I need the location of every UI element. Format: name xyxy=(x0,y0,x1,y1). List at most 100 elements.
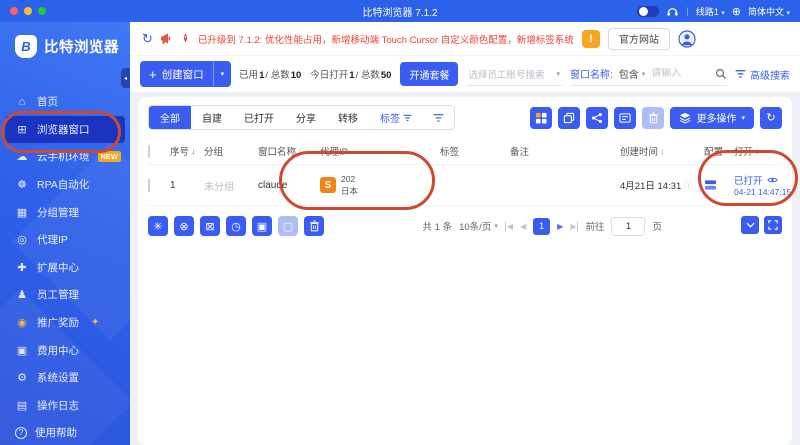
column-open[interactable]: 打开 ↓ xyxy=(734,144,800,158)
minimize-window-button[interactable] xyxy=(24,7,32,15)
tab-self-created[interactable]: 自建 xyxy=(191,106,233,129)
open-all-button[interactable]: ✳ xyxy=(148,216,168,236)
settings-gear-icon: ⚙ xyxy=(17,372,27,385)
official-website-button[interactable]: 官方网站 xyxy=(608,27,670,50)
history-button[interactable]: ◷ xyxy=(226,216,246,236)
row-open-status[interactable]: 已打开 04-21 14:47:15 xyxy=(734,173,800,198)
trash-button[interactable] xyxy=(304,216,324,236)
new-badge: NEW xyxy=(97,151,121,163)
zoom-window-button[interactable] xyxy=(38,7,46,15)
billing-icon: ▣ xyxy=(16,344,28,357)
fullscreen-button[interactable] xyxy=(764,216,782,234)
language-selector[interactable]: 简体中文 ▾ xyxy=(748,5,790,18)
sidebar-item-billing-center[interactable]: ▣ 费用中心 xyxy=(5,336,125,364)
select-all-checkbox[interactable] xyxy=(148,144,150,158)
alert-button[interactable]: ! xyxy=(582,29,600,48)
sidebar-item-rpa[interactable]: ☸ RPA自动化 xyxy=(5,171,125,199)
tab-all[interactable]: 全部 xyxy=(149,106,191,129)
page-size-select[interactable]: 10条/页 ▾ xyxy=(459,219,498,233)
create-window-button[interactable]: + 创建窗口 xyxy=(140,61,213,87)
tab-opened[interactable]: 已打开 xyxy=(233,106,285,129)
sidebar-item-system-settings[interactable]: ⚙ 系统设置 xyxy=(5,364,125,392)
open-plan-button[interactable]: 开通套餐 xyxy=(400,62,459,86)
layout-grid-button[interactable] xyxy=(530,106,553,129)
close-windows-button[interactable]: ⊠ xyxy=(200,216,220,236)
home-icon: ⌂ xyxy=(18,95,26,108)
create-window-button-group: + 创建窗口 ▾ xyxy=(140,61,232,87)
row-checkbox[interactable] xyxy=(148,178,150,192)
sidebar-item-help[interactable]: ? 使用帮助 xyxy=(5,419,125,445)
table-header: 序号 ↓ 分组 窗口名称 ↓ 代理IP 标签 备注 创建时间 ↓ 配置 打开 ↓ xyxy=(148,138,782,164)
contains-select[interactable]: 包含 ▾ xyxy=(619,66,646,81)
group-manage-icon: ▦ xyxy=(16,206,28,219)
arrange-windows-button[interactable]: ▣ xyxy=(252,216,272,236)
column-seq[interactable]: 序号 ↓ xyxy=(170,144,204,158)
proxy-provider-badge: S xyxy=(320,177,336,193)
more-actions-button[interactable]: 更多操作 ▾ xyxy=(670,106,754,129)
close-window-button[interactable] xyxy=(10,7,18,15)
support-headset-icon[interactable] xyxy=(666,5,679,18)
column-note: 备注 xyxy=(510,147,530,158)
clone-window-button[interactable] xyxy=(558,106,581,129)
tab-filter-icon[interactable] xyxy=(423,113,454,123)
goto-page-input[interactable] xyxy=(611,216,646,236)
sidebar-menu: ⌂ 首页 ⊞ 浏览器窗口 ☁ 云手机环境 NEW ☸ RPA自动化 ▦ 分组管理… xyxy=(0,88,130,445)
tab-labels[interactable]: 标签 xyxy=(369,106,423,129)
line-selector[interactable]: 线路1 ▾ xyxy=(696,5,725,18)
browser-windows-card: 全部 自建 已打开 分享 转移 标签 更多操作 ▾ ↻ 序号 ↓ 分组 窗口名称… xyxy=(138,97,792,445)
row-config-button[interactable] xyxy=(704,179,734,191)
sidebar-item-staff-manage[interactable]: ♟ 员工管理 xyxy=(5,281,125,309)
refresh-button[interactable]: ↻ xyxy=(760,106,782,129)
sidebar-item-promotion[interactable]: ◉ 推广奖励 ✦ xyxy=(5,309,125,337)
current-page[interactable]: 1 xyxy=(533,217,551,235)
last-page-button[interactable]: ▶ xyxy=(570,221,579,231)
chevron-down-icon: ▾ xyxy=(556,70,560,78)
share-button[interactable] xyxy=(586,106,609,129)
clear-cache-button[interactable]: ▢ xyxy=(278,216,298,236)
globe-icon: ⊕ xyxy=(731,5,741,18)
search-icon[interactable] xyxy=(715,68,727,80)
theme-toggle[interactable] xyxy=(637,5,660,17)
sidebar-item-home[interactable]: ⌂ 首页 xyxy=(5,88,125,116)
table-row[interactable]: 1 未分组 claude S 202 日本 4月21日 14:31 ⓘ 已打开 … xyxy=(148,164,791,206)
batch-group-button[interactable] xyxy=(614,106,637,129)
sidebar-item-cloud-phone[interactable]: ☁ 云手机环境 NEW xyxy=(5,143,125,171)
pagination: 共 1 条 10条/页 ▾ ◀ ◀ 1 ▶ ▶ 前往 页 xyxy=(423,216,662,236)
banner-message: 已升级到 7.1.2: 优化性能占用，新增移动端 Touch Cursor 自定… xyxy=(197,34,575,46)
used-stat: 已用1/ 总数10 xyxy=(239,70,302,81)
banner-refresh-icon[interactable]: ↻ xyxy=(142,31,153,47)
column-name[interactable]: 窗口名称 ↓ xyxy=(258,144,320,158)
column-group: 分组 xyxy=(204,147,224,158)
cloud-phone-icon: ☁ xyxy=(16,151,28,164)
next-page-button[interactable]: ▶ xyxy=(557,222,563,231)
staff-account-select[interactable]: 选择员工账号搜索 ▾ xyxy=(466,62,562,86)
delete-button[interactable] xyxy=(642,106,665,129)
redaction-box xyxy=(704,26,788,51)
column-created[interactable]: 创建时间 ↓ xyxy=(620,144,704,158)
advanced-search-button[interactable]: 高级搜索 xyxy=(735,67,790,82)
close-all-button[interactable]: ⊗ xyxy=(174,216,194,236)
first-page-button[interactable]: ◀ xyxy=(504,221,513,231)
sidebar-item-group-manage[interactable]: ▦ 分组管理 xyxy=(5,198,125,226)
brand-name: 比特浏览器 xyxy=(44,40,119,56)
column-tag: 标签 xyxy=(440,147,460,158)
avatar[interactable] xyxy=(678,29,696,48)
promotion-icon: ◉ xyxy=(17,317,27,330)
row-window-name[interactable]: claude xyxy=(258,180,320,191)
tab-transferred[interactable]: 转移 xyxy=(327,106,369,129)
operation-log-icon: ▤ xyxy=(16,399,28,412)
sidebar-item-browser-windows[interactable]: ⊞ 浏览器窗口 xyxy=(5,115,125,144)
tab-shared[interactable]: 分享 xyxy=(285,106,327,129)
column-config: 配置 xyxy=(704,147,724,158)
window-name-input[interactable] xyxy=(651,68,709,79)
row-created: 4月21日 14:31 ⓘ xyxy=(620,179,694,193)
sidebar-item-proxy-ip[interactable]: ◎ 代理IP xyxy=(5,226,125,254)
prev-page-button[interactable]: ◀ xyxy=(520,222,526,231)
sidebar-collapse-handle[interactable]: ◂ xyxy=(121,68,130,88)
collapse-panel-button[interactable] xyxy=(741,216,759,234)
create-window-dropdown[interactable]: ▾ xyxy=(212,61,232,87)
window-name-search: 窗口名称: 包含 ▾ xyxy=(569,62,727,86)
sidebar-item-operation-log[interactable]: ▤ 操作日志 xyxy=(5,392,125,420)
sidebar-item-extension-center[interactable]: ✚ 扩展中心 xyxy=(5,254,125,282)
info-icon[interactable]: ⓘ xyxy=(684,179,693,192)
